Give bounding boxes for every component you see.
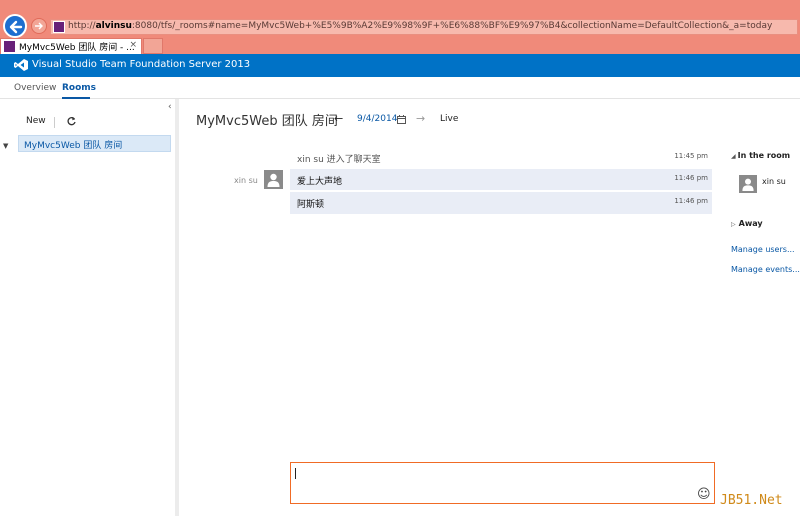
- collapse-triangle-icon: ◢: [731, 153, 736, 160]
- site-watermark: JB51.Net: [720, 493, 783, 508]
- url-text[interactable]: http://alvinsu:8080/tfs/_rooms#name=MyMv…: [68, 21, 794, 31]
- calendar-icon[interactable]: [397, 115, 406, 124]
- chat-message: 阿斯顿 11:46 pm: [290, 192, 712, 214]
- message-input[interactable]: [290, 462, 715, 504]
- message-time: 11:46 pm: [674, 174, 708, 182]
- back-button[interactable]: [3, 14, 27, 38]
- tfs-favicon-icon: [4, 41, 15, 52]
- room-member-name: xin su: [762, 177, 786, 186]
- tab-title: MyMvc5Web 团队 房间 - ...: [19, 43, 135, 53]
- toolbar-separator: [54, 117, 55, 128]
- arrow-left-icon: [9, 20, 23, 34]
- product-title: Visual Studio Team Foundation Server 201…: [32, 59, 251, 70]
- previous-day-button[interactable]: ←: [334, 112, 343, 125]
- smiley-icon[interactable]: ☺: [697, 487, 711, 502]
- avatar: [739, 175, 757, 193]
- live-button[interactable]: Live: [440, 114, 458, 124]
- expand-triangle-icon: ▷: [731, 221, 736, 228]
- browser-tab[interactable]: MyMvc5Web 团队 房间 - ... ×: [0, 38, 142, 54]
- message-author: xin su: [234, 176, 258, 185]
- collapse-sidebar-button[interactable]: ‹: [168, 102, 172, 112]
- avatar: [264, 170, 283, 189]
- text-caret: [295, 468, 296, 479]
- date-link[interactable]: 9/4/2014: [357, 114, 397, 124]
- in-room-section-header[interactable]: ◢ In the room: [731, 151, 790, 160]
- room-list-item-label: MyMvc5Web 团队 房间: [24, 141, 123, 151]
- visual-studio-logo-icon: [14, 59, 28, 71]
- app-header: Visual Studio Team Foundation Server 201…: [0, 54, 800, 77]
- refresh-icon[interactable]: [66, 116, 77, 127]
- tab-close-icon[interactable]: ×: [129, 40, 137, 50]
- next-day-button[interactable]: →: [416, 112, 425, 125]
- chat-message-text: 阿斯顿: [297, 200, 325, 210]
- tab-rooms[interactable]: Rooms: [62, 83, 96, 93]
- forward-button[interactable]: [31, 18, 47, 34]
- browser-chrome: http://alvinsu:8080/tfs/_rooms#name=MyMv…: [0, 0, 800, 54]
- room-list-item[interactable]: MyMvc5Web 团队 房间: [18, 135, 171, 152]
- chat-message: 爱上大声地 11:46 pm: [290, 169, 712, 191]
- expand-arrow-icon[interactable]: ▼: [3, 142, 8, 150]
- system-message-text: xin su 进入了聊天室: [297, 155, 381, 165]
- address-bar[interactable]: http://alvinsu:8080/tfs/_rooms#name=MyMv…: [50, 19, 798, 35]
- tab-overview[interactable]: Overview: [14, 83, 56, 93]
- new-room-button[interactable]: New: [26, 116, 46, 126]
- away-section-header[interactable]: ▷ Away: [731, 219, 763, 228]
- manage-events-link[interactable]: Manage events...: [731, 265, 800, 274]
- rooms-sidebar: ‹ New ▼ MyMvc5Web 团队 房间: [0, 99, 179, 516]
- chat-message-text: 爱上大声地: [297, 177, 343, 187]
- message-time: 11:46 pm: [674, 197, 708, 205]
- manage-users-link[interactable]: Manage users...: [731, 245, 795, 254]
- sub-navigation: Overview Rooms: [0, 77, 800, 99]
- new-tab-button[interactable]: [143, 38, 163, 54]
- system-message: xin su 进入了聊天室 11:45 pm: [290, 149, 712, 167]
- user-silhouette-icon: [742, 178, 754, 191]
- arrow-right-icon: [35, 22, 43, 30]
- tfs-favicon-icon: [53, 21, 65, 33]
- user-silhouette-icon: [267, 173, 280, 187]
- message-time: 11:45 pm: [674, 152, 708, 160]
- room-title: MyMvc5Web 团队 房间: [196, 114, 338, 129]
